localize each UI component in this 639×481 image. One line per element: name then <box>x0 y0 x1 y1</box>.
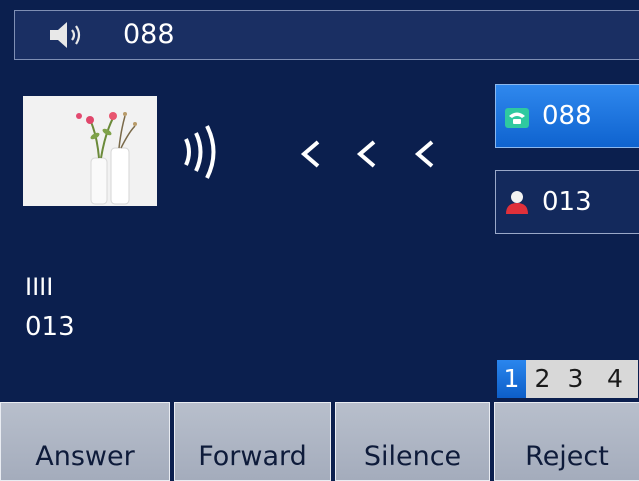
line-key-2[interactable]: 013 <box>495 170 639 234</box>
ringing-waves-icon <box>184 125 216 179</box>
silence-button[interactable]: Silence <box>335 402 490 481</box>
answer-button[interactable]: Answer <box>0 402 170 481</box>
contact-person-icon <box>506 191 528 214</box>
page-2[interactable]: 2 <box>526 360 559 398</box>
line-key-1-label: 088 <box>542 101 592 131</box>
speaker-volume-icon <box>50 22 81 48</box>
status-bar: 088 <box>14 10 639 60</box>
contact-photo <box>23 96 157 206</box>
page-4[interactable]: 4 <box>592 360 638 398</box>
caller-name: IIII <box>25 273 54 301</box>
forward-button[interactable]: Forward <box>174 402 331 481</box>
line-key-2-label: 013 <box>542 187 592 217</box>
page-1[interactable]: 1 <box>497 360 526 398</box>
caller-number: 013 <box>25 312 75 342</box>
softkey-bar: Answer Forward Silence Reject <box>0 402 639 481</box>
line-key-1[interactable]: 088 <box>495 84 639 148</box>
reject-button[interactable]: Reject <box>494 402 639 481</box>
page-indicator: 1 2 3 4 <box>497 360 638 398</box>
status-bar-number: 088 <box>123 19 175 50</box>
incoming-arrows-icon <box>300 140 434 168</box>
phone-line-icon <box>505 108 529 128</box>
page-3[interactable]: 3 <box>559 360 592 398</box>
